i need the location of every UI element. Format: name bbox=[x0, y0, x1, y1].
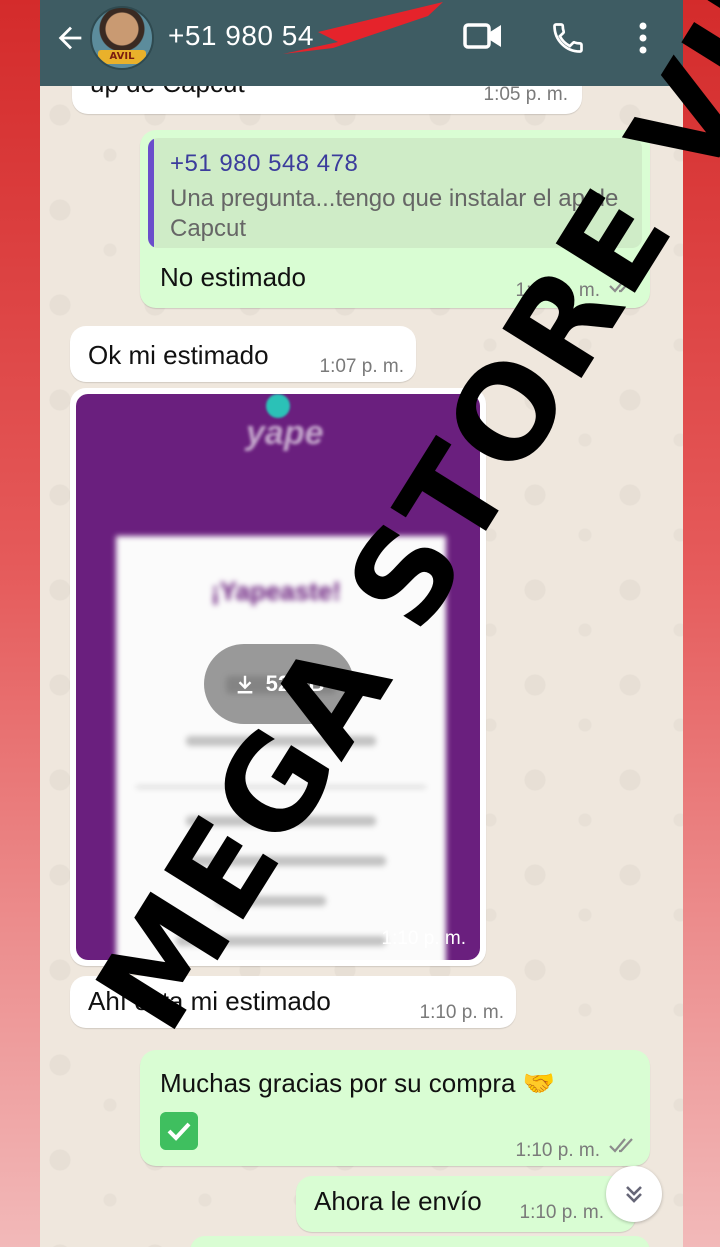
outgoing-message[interactable]: Muchas gracias por su compra 🤝 1:10 p. m… bbox=[140, 1050, 650, 1166]
message-time: 1:10 p. m. bbox=[419, 1002, 505, 1023]
receipt-line bbox=[186, 816, 376, 826]
message-text: No estimado bbox=[160, 262, 306, 292]
outgoing-message[interactable]: +51 980 548 478 Una pregunta...tengo que… bbox=[140, 130, 650, 308]
message-time: 1:10 p. m. bbox=[381, 928, 467, 949]
check-box-icon bbox=[160, 1112, 198, 1150]
scroll-to-bottom-button[interactable] bbox=[606, 1166, 662, 1222]
incoming-message[interactable]: Ok mi estimado 1:07 p. m. bbox=[70, 326, 416, 382]
quote-bar bbox=[148, 138, 154, 248]
receipt-line bbox=[176, 856, 386, 866]
message-time: 1:07 p. m. bbox=[515, 280, 601, 301]
yape-logo: yape bbox=[246, 414, 324, 452]
avatar-tag: AVIL bbox=[98, 50, 146, 64]
message-text: Ahí esta mi estimado bbox=[88, 986, 331, 1016]
receipt-divider bbox=[136, 786, 426, 788]
phone-screen: AVIL +51 980 54 up de Capcut 1:05 p. m. … bbox=[40, 0, 683, 1247]
chat-header: AVIL +51 980 54 bbox=[40, 0, 683, 86]
chevron-double-down-icon bbox=[626, 1186, 642, 1203]
download-button[interactable]: 52 kB bbox=[204, 644, 354, 724]
video-call-icon[interactable] bbox=[460, 16, 506, 56]
receipt-line bbox=[216, 896, 326, 906]
contact-avatar[interactable]: AVIL bbox=[90, 6, 154, 70]
download-icon bbox=[237, 675, 252, 694]
message-text: Ok mi estimado bbox=[88, 340, 269, 370]
receipt-line bbox=[186, 736, 376, 746]
message-time: 1:07 p. m. bbox=[319, 356, 405, 377]
quoted-message[interactable]: +51 980 548 478 Una pregunta...tengo que… bbox=[148, 138, 642, 248]
message-time: 1:10 p. m. bbox=[515, 1140, 601, 1161]
more-vert-icon[interactable] bbox=[628, 16, 658, 60]
outgoing-message-partial[interactable] bbox=[190, 1236, 650, 1247]
blurred-receipt: ¡Yapeaste! bbox=[116, 536, 446, 960]
redaction-scribble bbox=[283, 2, 443, 54]
message-text: Muchas gracias por su compra 🤝 bbox=[160, 1068, 556, 1098]
incoming-message[interactable]: Ahí esta mi estimado 1:10 p. m. bbox=[70, 976, 516, 1028]
back-arrow-icon[interactable] bbox=[50, 18, 90, 58]
quote-text: Una pregunta...tengo que instalar el ap … bbox=[170, 185, 619, 242]
incoming-image-message[interactable]: yape ¡Yapeaste! 52 kB 1:10 p. m. bbox=[70, 388, 486, 966]
receipt-title: ¡Yapeaste! bbox=[211, 576, 342, 606]
outgoing-message[interactable]: Ahora le envío 1:10 p. m. bbox=[296, 1176, 636, 1232]
image-thumbnail[interactable]: yape ¡Yapeaste! 52 kB 1:10 p. m. bbox=[76, 394, 480, 960]
message-time: 1:10 p. m. bbox=[519, 1202, 605, 1223]
double-check-icon bbox=[609, 278, 633, 293]
message-text: Ahora le envío bbox=[314, 1186, 482, 1216]
message-time: 1:05 p. m. bbox=[483, 84, 569, 105]
double-check-icon bbox=[609, 1138, 633, 1153]
phone-icon[interactable] bbox=[546, 16, 590, 60]
image-size: 52 kB bbox=[265, 671, 325, 696]
quote-author: +51 980 548 478 bbox=[170, 150, 359, 177]
receipt-line bbox=[176, 936, 386, 946]
